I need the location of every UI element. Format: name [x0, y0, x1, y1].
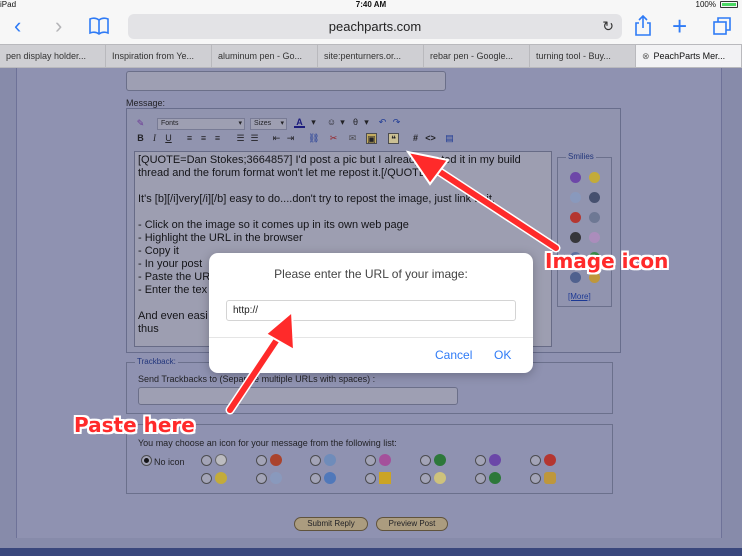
annotation-arrows [225, 150, 561, 415]
image-icon-arrow [405, 150, 561, 253]
paste-here-annotation: Paste here [74, 413, 195, 437]
image-icon-annotation: Image icon [545, 249, 669, 273]
paste-here-arrow [225, 309, 296, 415]
screenshot: iPad 7:40 AM 100% ‹ › peachparts.com ↻ +… [0, 0, 742, 556]
